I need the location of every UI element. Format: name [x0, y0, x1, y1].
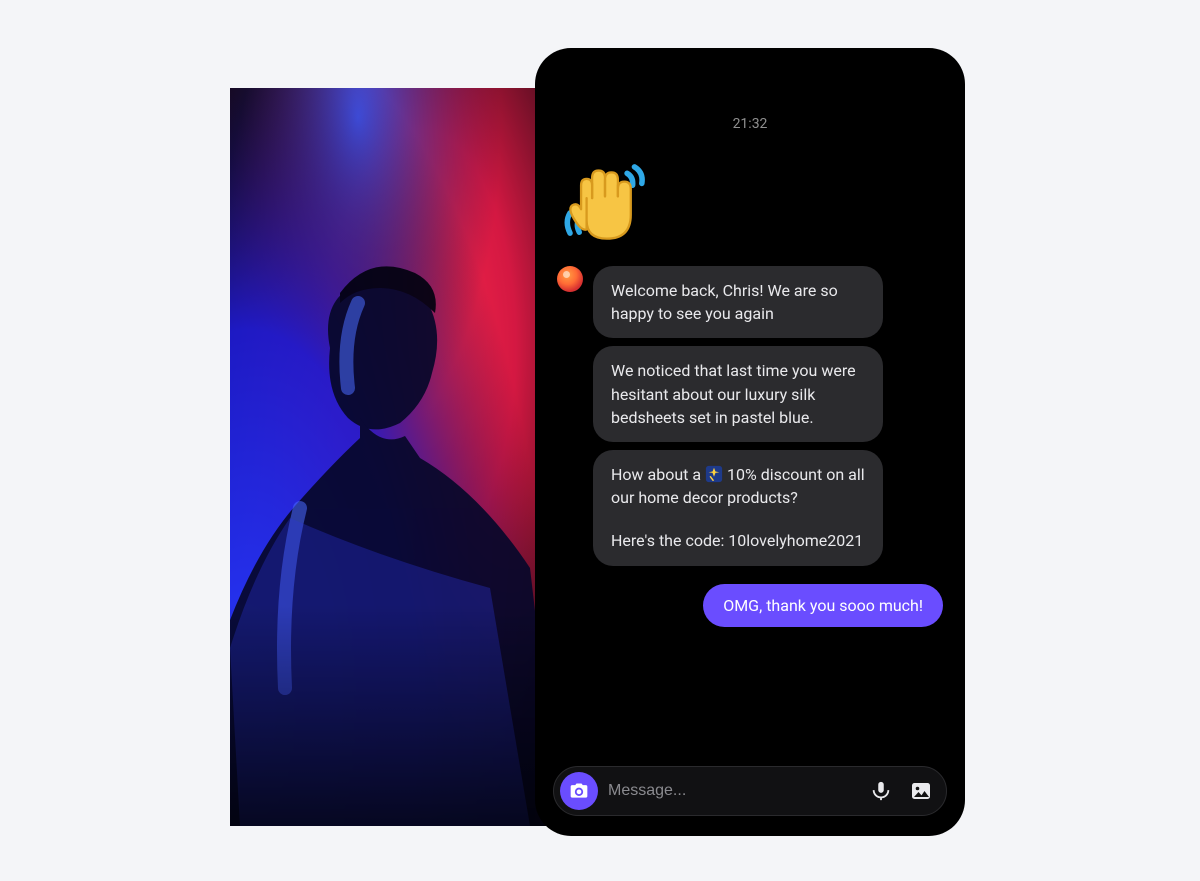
image-button[interactable] — [906, 776, 936, 806]
message-input-bar — [553, 766, 947, 816]
camera-icon — [569, 781, 589, 801]
chat-body: 21:32 — [535, 48, 965, 758]
phone-frame: 21:32 — [535, 48, 965, 836]
wave-hand-icon — [559, 154, 651, 246]
chat-timestamp: 21:32 — [557, 116, 943, 132]
backdrop-photo — [230, 88, 550, 826]
camera-button[interactable] — [560, 772, 598, 810]
agent-avatar — [557, 266, 583, 292]
user-message-row: OMG, thank you sooo much! — [557, 584, 943, 627]
microphone-icon — [870, 780, 892, 802]
image-icon — [909, 779, 933, 803]
chat-bubble: We noticed that last time you were hesit… — [593, 346, 883, 442]
message-input[interactable] — [608, 782, 856, 800]
agent-message-group: Welcome back, Chris! We are so happy to … — [557, 266, 943, 566]
microphone-button[interactable] — [866, 776, 896, 806]
wave-sticker-row — [559, 154, 943, 246]
sparkle-star-icon — [705, 465, 723, 483]
chat-bubble: Welcome back, Chris! We are so happy to … — [593, 266, 883, 338]
user-chat-bubble: OMG, thank you sooo much! — [703, 584, 943, 627]
chat-bubble: How about a 10% discount on all our home… — [593, 450, 883, 566]
